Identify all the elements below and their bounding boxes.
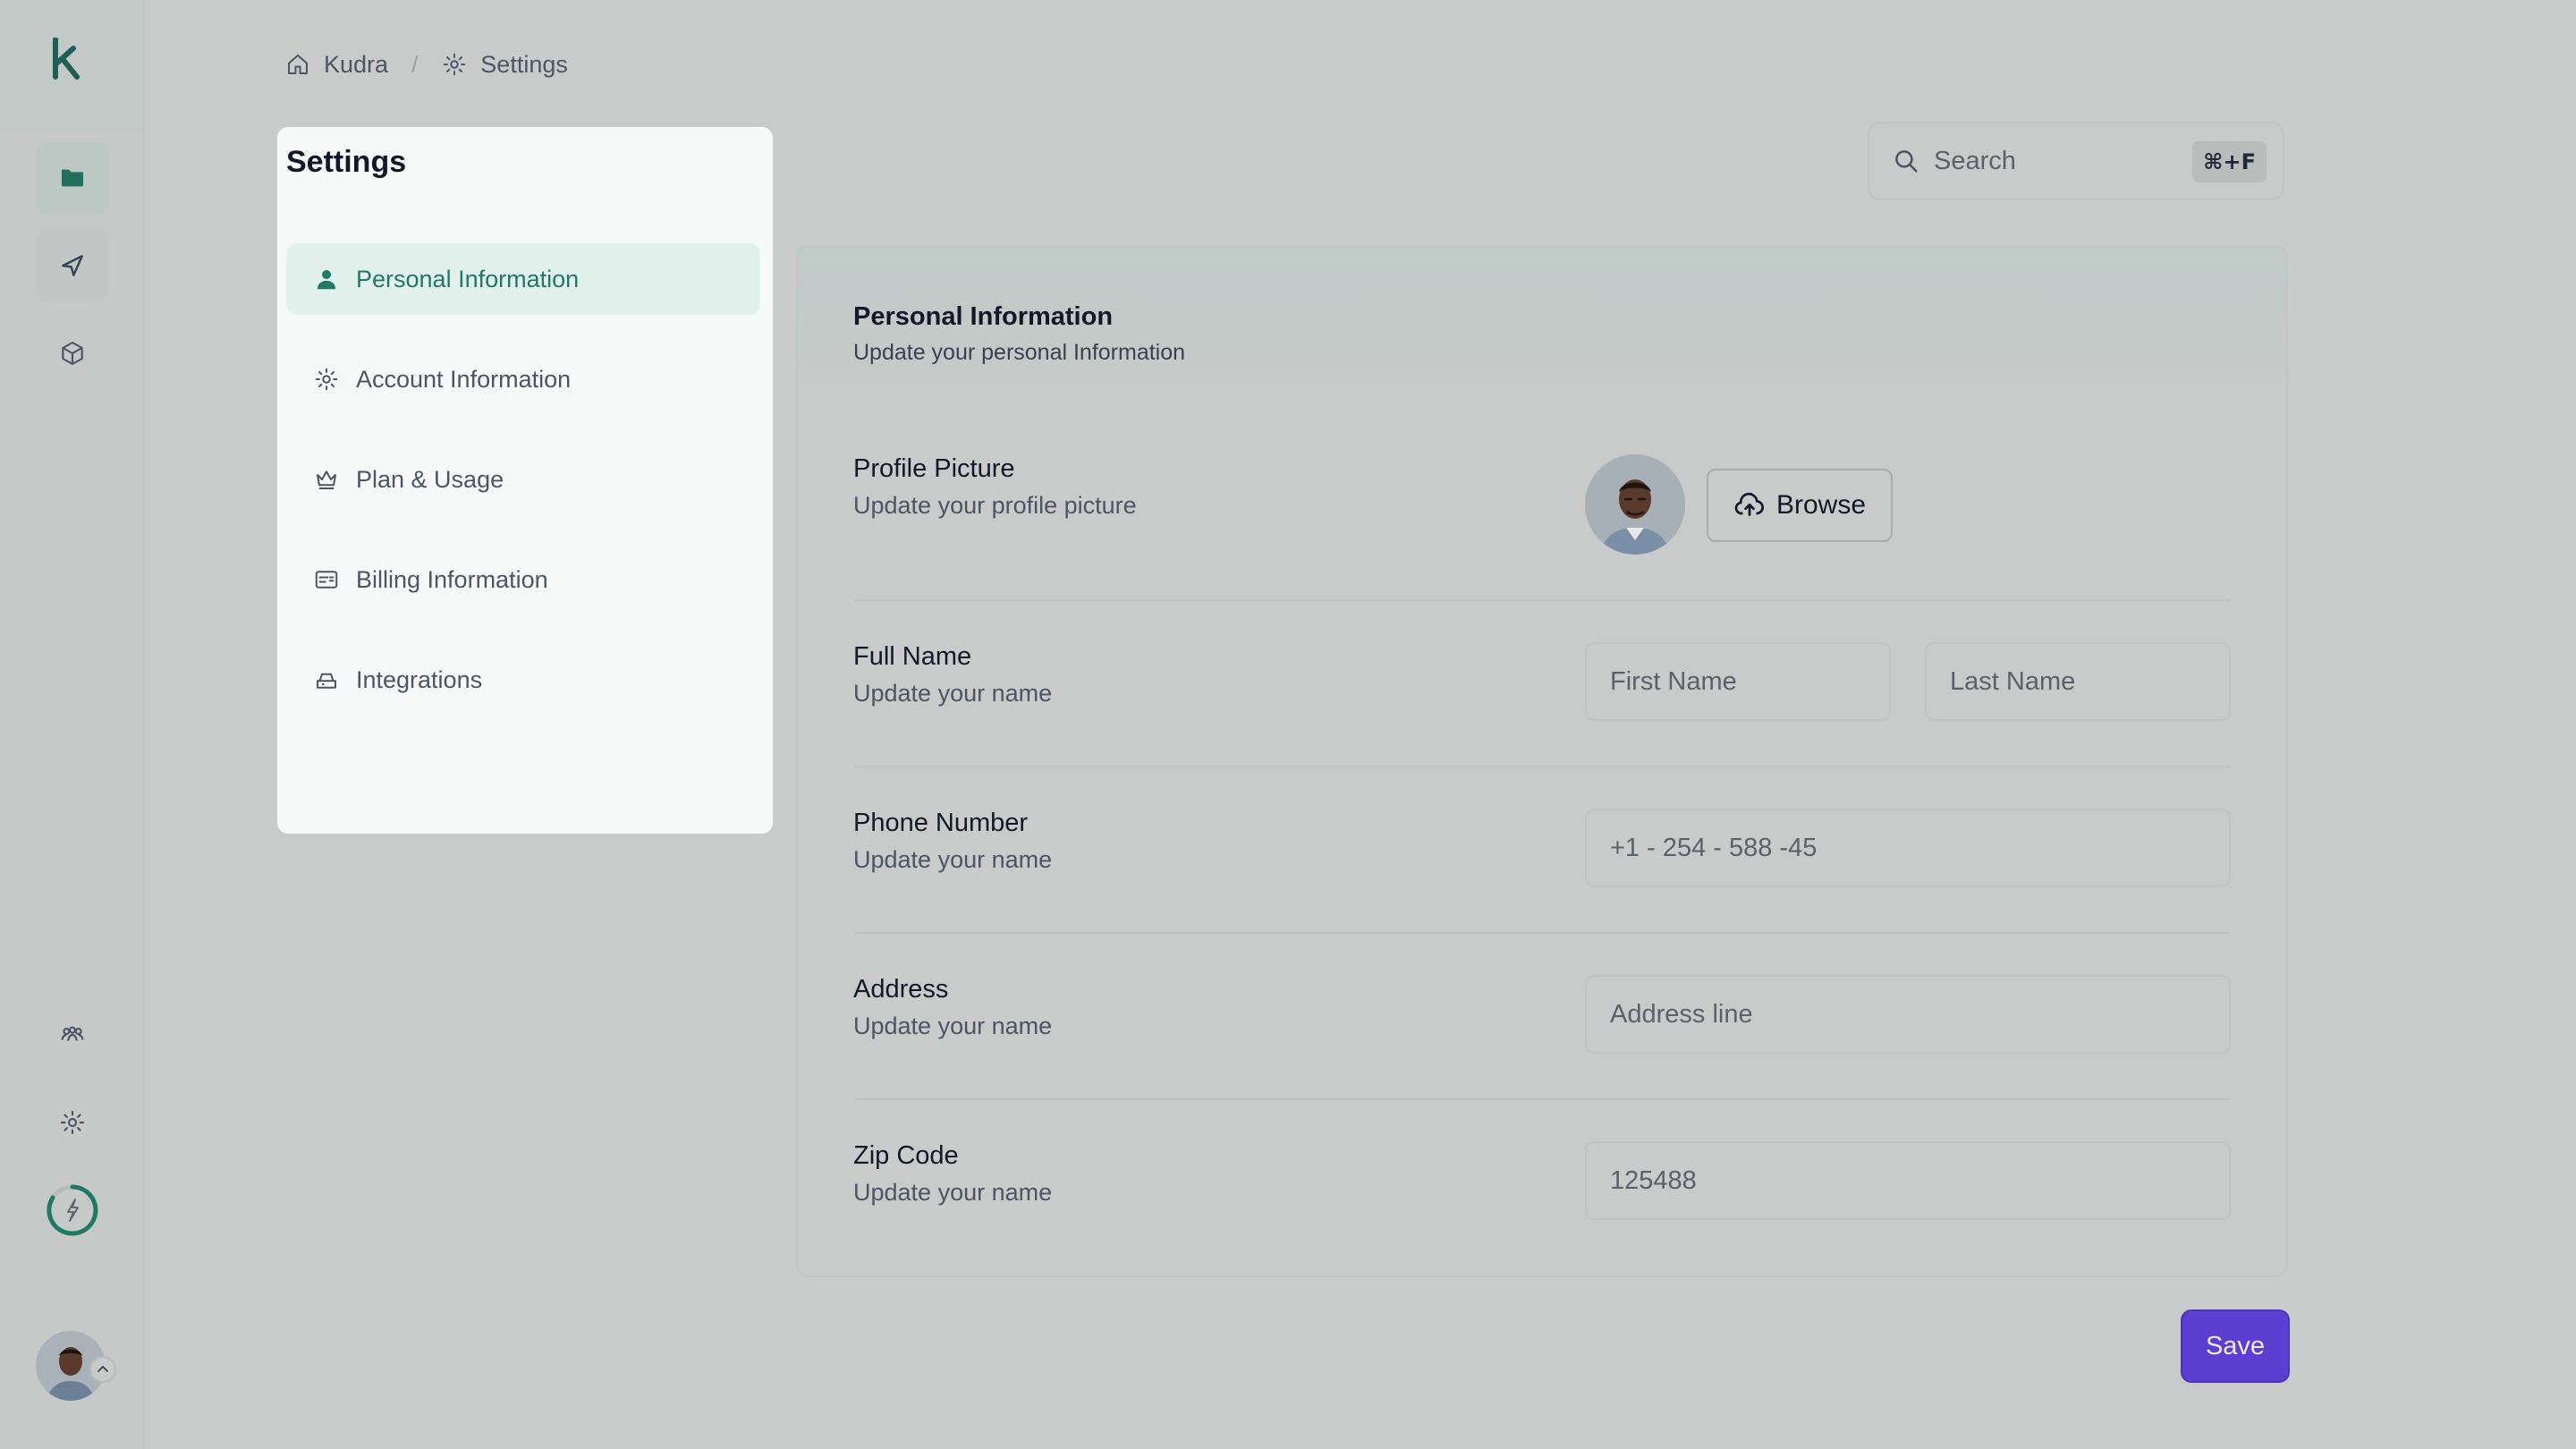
settings-title: Settings (286, 145, 407, 179)
first-name-input[interactable] (1610, 666, 1889, 697)
panel-title: Personal Information (853, 302, 1114, 331)
person-avatar-icon (1585, 454, 1685, 555)
address-sub: Update your name (853, 1013, 1053, 1039)
save-button[interactable]: Save (2181, 1309, 2290, 1383)
rail-usage-button[interactable] (36, 1174, 109, 1247)
team-icon (61, 1026, 84, 1041)
phone-number-field[interactable] (1585, 809, 2231, 887)
nav-item-label: Personal Information (356, 265, 580, 292)
k-logo-icon[interactable] (50, 38, 86, 80)
rail-cube-button[interactable] (36, 317, 109, 390)
nav-item-label: Integrations (356, 665, 483, 693)
nav-item-personal-information[interactable]: Personal Information (286, 243, 760, 315)
integrations-icon (317, 673, 336, 689)
zip-code-label: Zip Code (853, 1141, 959, 1170)
last-name-field[interactable] (1925, 642, 2231, 721)
search-input[interactable] (1934, 146, 2184, 176)
cloud-upload-icon (1734, 492, 1764, 516)
home-icon (288, 55, 308, 74)
rail-settings-button[interactable] (36, 1086, 109, 1159)
panel-subtitle: Update your personal Information (853, 340, 1186, 365)
rail-send-button[interactable] (36, 229, 109, 302)
divider (853, 599, 2231, 601)
zip-code-input[interactable] (1610, 1165, 2229, 1196)
nav-item-label: Account Information (356, 365, 572, 393)
divider (853, 1098, 2231, 1100)
full-name-sub: Update your name (853, 680, 1053, 707)
profile-picture-sub: Update your profile picture (853, 492, 1137, 519)
crown-icon (317, 470, 336, 489)
send-icon (62, 255, 83, 276)
settings-nav-card: Settings Personal Information Account In… (277, 127, 773, 834)
left-rail (0, 0, 145, 1449)
breadcrumb-label: Settings (480, 50, 568, 78)
divider (853, 766, 2231, 767)
breadcrumb-label: Kudra (324, 50, 389, 78)
rail-team-button[interactable] (36, 998, 109, 1072)
breadcrumb: Kudra / Settings (284, 47, 568, 82)
cube-icon (62, 341, 83, 366)
browse-button[interactable]: Browse (1707, 469, 1893, 542)
nav-item-label: Billing Information (356, 565, 548, 593)
breadcrumb-separator: / (411, 50, 419, 78)
address-label: Address (853, 975, 949, 1004)
zip-code-field[interactable] (1585, 1141, 2231, 1220)
nav-item-integrations[interactable]: Integrations (286, 644, 760, 716)
search-box[interactable]: ⌘+F (1868, 122, 2284, 200)
search-icon (1895, 150, 1918, 173)
gear-icon (315, 368, 338, 391)
browse-label: Browse (1775, 490, 1867, 520)
profile-avatar (1585, 454, 1685, 555)
phone-number-input[interactable] (1610, 833, 2229, 863)
first-name-field[interactable] (1585, 642, 1891, 721)
nav-item-account-information[interactable]: Account Information (286, 343, 760, 415)
phone-number-sub: Update your name (853, 846, 1053, 873)
nav-item-label: Plan & Usage (356, 465, 504, 493)
account-menu-toggle[interactable] (89, 1356, 116, 1383)
rail-files-button[interactable] (36, 141, 109, 215)
full-name-label: Full Name (853, 642, 972, 671)
breadcrumb-kudra[interactable]: Kudra (284, 51, 388, 79)
gear-icon (444, 53, 466, 76)
search-shortcut-badge: ⌘+F (2192, 141, 2267, 182)
chevron-up-icon (97, 1365, 108, 1372)
zip-code-sub: Update your name (853, 1179, 1053, 1206)
power-progress-icon (47, 1184, 98, 1236)
user-icon (318, 270, 335, 290)
nav-item-plan-usage[interactable]: Plan & Usage (286, 444, 760, 515)
personal-information-panel: Personal Information Update your persona… (796, 245, 2288, 1277)
nav-item-billing-information[interactable]: Billing Information (286, 544, 760, 615)
gear-icon (60, 1110, 85, 1135)
phone-number-label: Phone Number (853, 809, 1029, 837)
billing-icon (315, 571, 338, 589)
divider (853, 932, 2231, 934)
folder-icon (62, 169, 83, 187)
profile-picture-label: Profile Picture (853, 454, 1015, 483)
last-name-input[interactable] (1950, 666, 2229, 697)
breadcrumb-settings[interactable]: Settings (441, 51, 568, 79)
address-input[interactable] (1610, 999, 2229, 1030)
address-field[interactable] (1585, 975, 2231, 1054)
logo-area (0, 0, 143, 134)
